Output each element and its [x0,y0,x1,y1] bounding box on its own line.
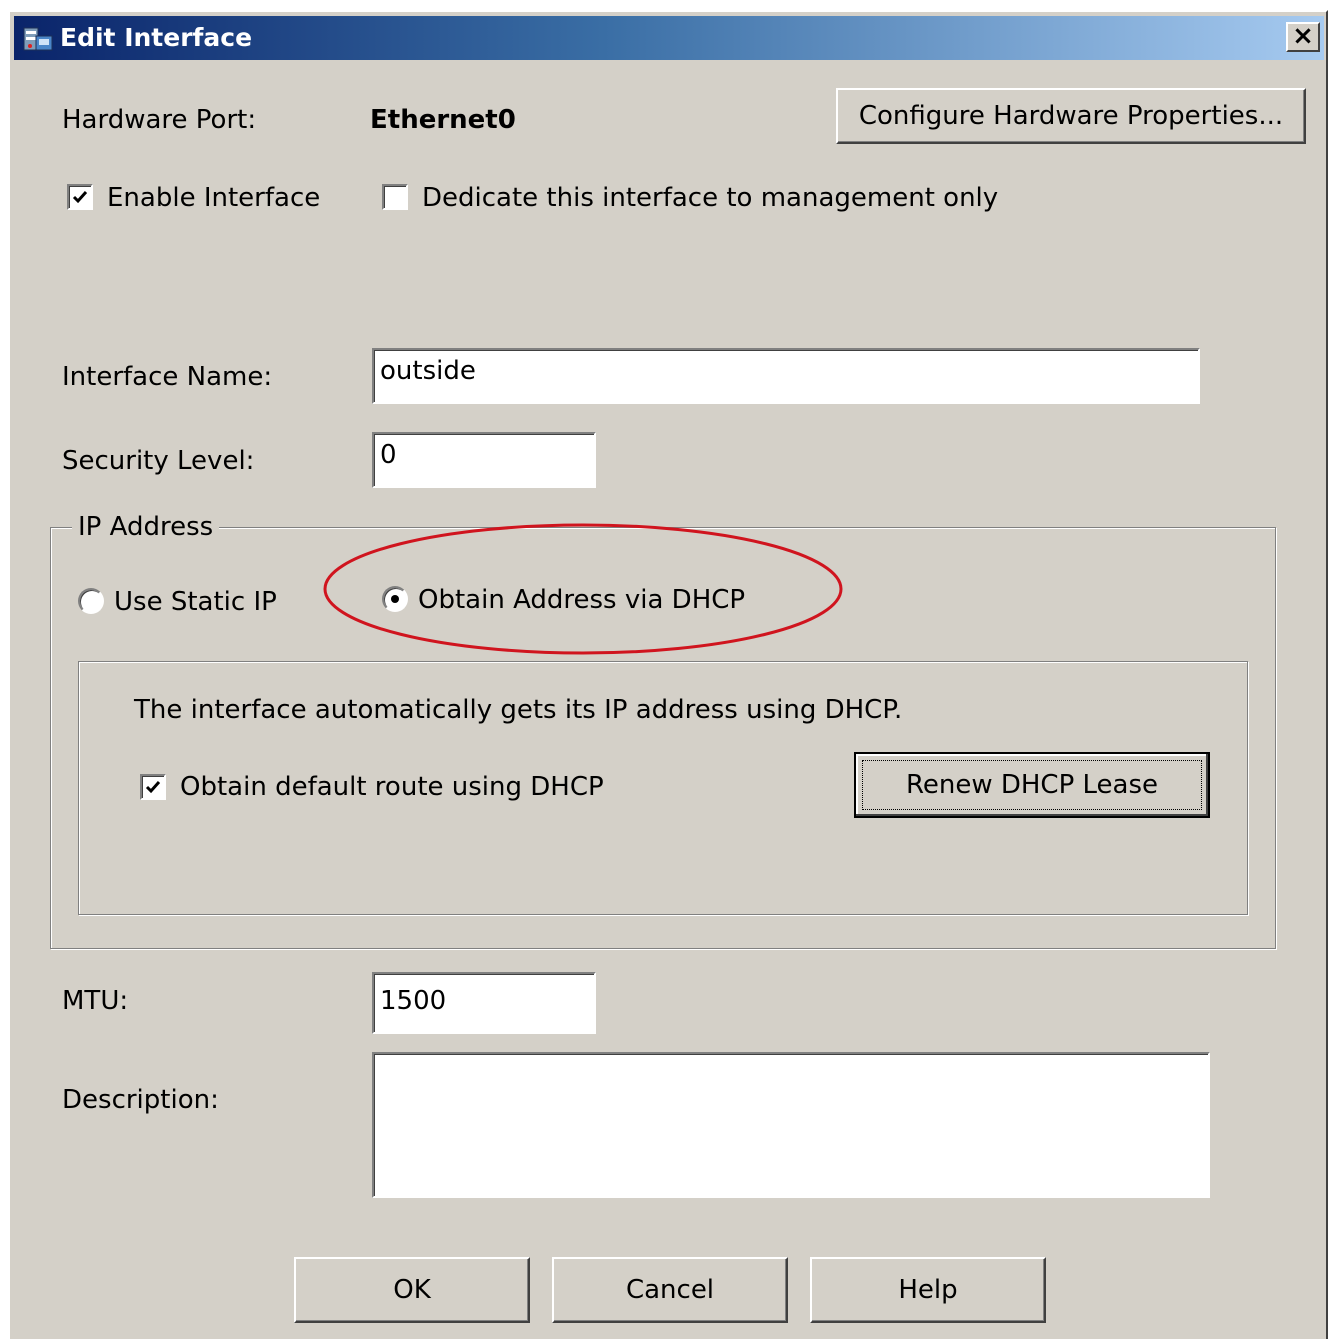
checkmark-icon [145,781,161,794]
cancel-button[interactable]: Cancel [552,1257,788,1323]
dhcp-info-text: The interface automatically gets its IP … [134,695,903,725]
checkmark-icon [72,191,88,204]
enable-interface-label: Enable Interface [107,183,321,213]
renew-dhcp-lease-button[interactable]: Renew DHCP Lease [854,752,1210,818]
configure-hardware-button[interactable]: Configure Hardware Properties... [836,88,1306,144]
interface-name-label: Interface Name: [62,362,273,392]
close-button[interactable]: × [1286,22,1320,52]
mtu-label: MTU: [62,986,129,1016]
close-icon: × [1292,21,1314,51]
obtain-dhcp-label: Obtain Address via DHCP [418,585,746,615]
management-only-checkbox[interactable] [382,184,408,210]
help-button[interactable]: Help [810,1257,1046,1323]
enable-interface-checkbox[interactable] [67,184,93,210]
interface-name-input[interactable]: outside [372,348,1200,404]
dialog-title: Edit Interface [60,23,253,52]
renew-dhcp-lease-label: Renew DHCP Lease [905,770,1159,800]
radio-selected-dot [391,595,399,603]
security-level-input[interactable]: 0 [372,432,596,488]
description-textarea[interactable] [372,1052,1210,1198]
hardware-port-label: Hardware Port: [62,105,257,135]
obtain-dhcp-radio[interactable] [382,586,408,612]
hardware-port-value: Ethernet0 [370,105,516,135]
ok-button-label: OK [393,1275,431,1305]
description-label: Description: [62,1085,219,1115]
ip-address-group-label: IP Address [72,512,220,542]
network-app-icon [23,27,53,51]
use-static-ip-radio[interactable] [78,588,104,614]
help-button-label: Help [898,1275,958,1305]
default-route-checkbox[interactable] [140,774,166,800]
cancel-button-label: Cancel [625,1275,715,1305]
default-route-label: Obtain default route using DHCP [180,772,604,802]
title-bar: Edit Interface × [14,16,1324,60]
security-level-label: Security Level: [62,446,255,476]
edit-interface-dialog: Edit Interface × Hardware Port: Ethernet… [8,10,1328,1339]
management-only-label: Dedicate this interface to management on… [422,183,999,213]
mtu-input[interactable]: 1500 [372,972,596,1034]
configure-hardware-label: Configure Hardware Properties... [858,101,1284,131]
ok-button[interactable]: OK [294,1257,530,1323]
use-static-ip-label: Use Static IP [114,587,277,617]
